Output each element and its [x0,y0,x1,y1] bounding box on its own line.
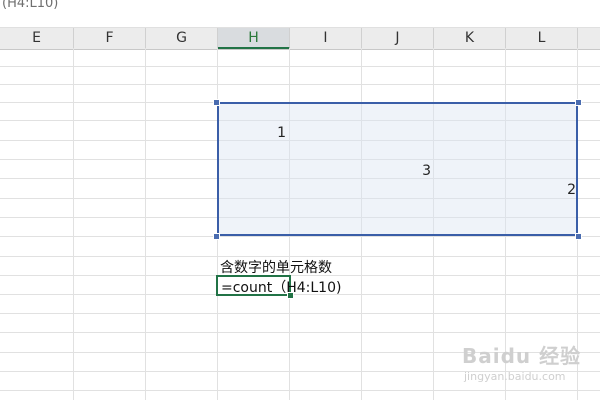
column-header-j[interactable]: J [362,28,434,49]
selection-resize-handle[interactable] [213,99,220,106]
gridline [73,48,74,400]
formula-bar-text: (H4:L10) [2,0,59,11]
gridline [0,84,600,85]
formula-bar[interactable]: (H4:L10) [0,0,600,14]
selection-resize-handle[interactable] [575,233,582,240]
cell-value[interactable]: 2 [556,182,576,198]
column-header-g[interactable]: G [146,28,218,49]
watermark-url: jingyan.baidu.com [464,370,566,383]
selection-resize-handle[interactable] [575,99,582,106]
active-cell-formula: =count（H4:L10) [221,280,342,296]
selection-resize-handle[interactable] [213,233,220,240]
column-header-row: E F G H I J K L [0,27,600,50]
column-header-l[interactable]: L [506,28,578,49]
column-header-h[interactable]: H [218,28,290,49]
gridline [0,313,600,314]
gridline [145,48,146,400]
gridline [0,390,600,391]
gridline [0,236,600,237]
cell-label[interactable]: 含数字的单元格数 [220,257,332,277]
gridline [0,332,600,333]
column-header-f[interactable]: F [74,28,146,49]
column-header-i[interactable]: I [290,28,362,49]
cell-value[interactable]: 1 [266,125,286,141]
watermark-logo: Baidu 经验 [462,344,582,368]
cell-value[interactable]: 3 [411,163,431,179]
selected-range[interactable] [217,102,578,236]
fill-handle[interactable] [287,292,294,299]
gridline [0,66,600,67]
column-header-e[interactable]: E [0,28,74,49]
column-header-k[interactable]: K [434,28,506,49]
